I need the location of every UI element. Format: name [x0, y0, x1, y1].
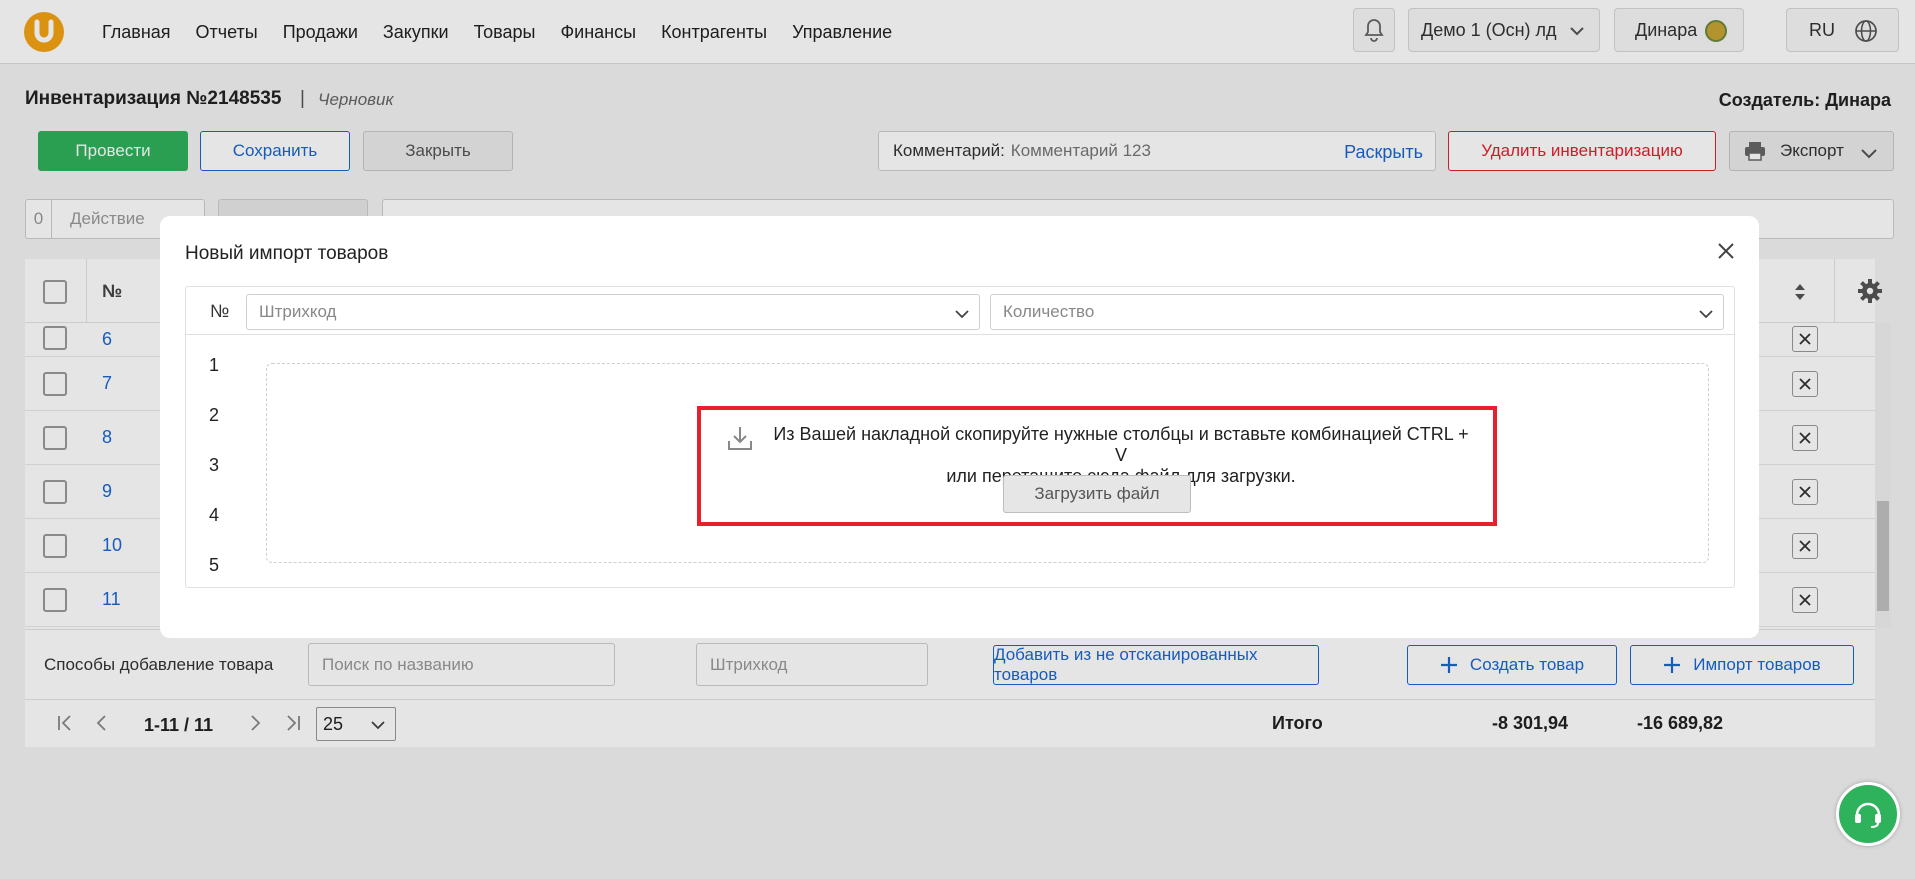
- drop-zone-hint-line-1: Из Вашей накладной скопируйте нужные сто…: [773, 424, 1469, 465]
- column-1-value: Штрихкод: [259, 302, 337, 321]
- download-icon: [728, 427, 752, 450]
- column-2-select[interactable]: Количество: [990, 294, 1724, 330]
- grid-row-number: 1: [209, 355, 220, 375]
- grid-row-number: 3: [209, 455, 220, 475]
- grid-row-number: 2: [209, 405, 220, 425]
- grid-row-number: 5: [209, 555, 220, 575]
- import-grid-header: № Штрихкод Количество: [186, 287, 1734, 335]
- import-grid: № Штрихкод Количество 1 2 3 4 5 Из Вашей…: [185, 286, 1735, 588]
- column-header-number: №: [210, 301, 230, 321]
- column-1-select[interactable]: Штрихкод: [246, 294, 980, 330]
- chevron-down-icon: [1699, 310, 1713, 319]
- upload-file-button[interactable]: Загрузить файл: [1003, 475, 1191, 513]
- close-icon[interactable]: [1717, 242, 1735, 260]
- file-drop-zone[interactable]: Из Вашей накладной скопируйте нужные сто…: [266, 363, 1709, 563]
- column-2-value: Количество: [1003, 302, 1095, 321]
- chevron-down-icon: [955, 310, 969, 319]
- grid-row-number: 4: [209, 505, 220, 525]
- modal-title: Новый импорт товаров: [185, 243, 389, 264]
- highlight-frame: Из Вашей накладной скопируйте нужные сто…: [697, 406, 1497, 526]
- import-products-modal: Новый импорт товаров № Штрихкод Количест…: [160, 216, 1759, 638]
- headset-icon: [1855, 802, 1881, 828]
- support-chat-button[interactable]: [1836, 782, 1900, 846]
